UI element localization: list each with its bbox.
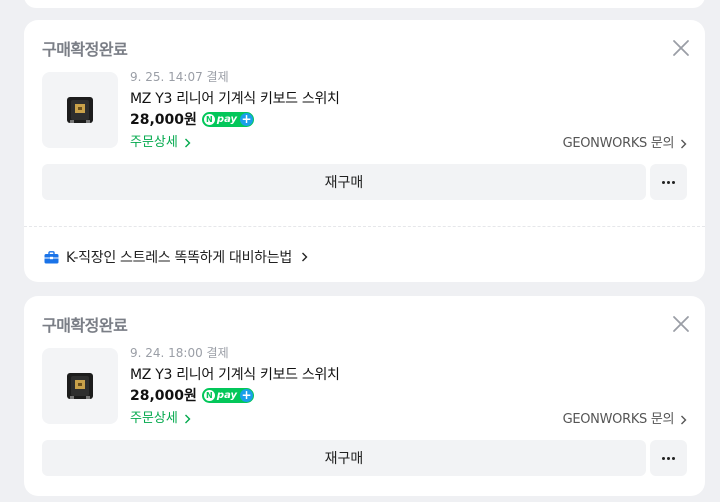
chevron-right-icon [184,138,191,147]
promo-label: K-직장인 스트레스 똑똑하게 대비하는법 [66,250,292,266]
npay-logo: Npay + [201,111,255,127]
order-card: 구매확정완료 9. 24. 18:00 결제 MZ Y3 리니어 기계식 키보드… [24,296,705,496]
order-detail-label: 주문상세 [130,411,178,426]
chevron-right-icon [301,252,308,262]
divider [24,226,705,227]
rebuy-button[interactable]: 재구매 [42,164,646,200]
more-dots-icon[interactable] [650,440,687,476]
close-icon[interactable] [671,38,691,58]
chevron-right-icon [681,139,687,148]
order-detail-link[interactable]: 주문상세 [130,131,191,150]
more-dots-icon[interactable] [650,164,687,200]
seller-inquiry-link[interactable]: GEONWORKS 문의 [563,132,687,151]
rebuy-button[interactable]: 재구매 [42,440,646,476]
price-row: 28,000원 Npay + [130,109,255,129]
order-detail-label: 주문상세 [130,135,178,150]
product-thumbnail[interactable] [42,348,118,424]
product-price: 28,000원 [130,112,197,128]
promo-link[interactable]: K-직장인 스트레스 똑똑하게 대비하는법 [44,247,308,267]
order-status: 구매확정완료 [42,40,128,59]
close-icon[interactable] [671,314,691,334]
order-datetime: 9. 25. 14:07 결제 [130,70,229,84]
order-status: 구매확정완료 [42,316,128,335]
chevron-right-icon [681,415,687,424]
seller-inquiry-link[interactable]: GEONWORKS 문의 [563,408,687,427]
npay-logo: Npay + [201,387,255,403]
product-name[interactable]: MZ Y3 리니어 기계식 키보드 스위치 [130,88,340,108]
npay-text: pay [216,389,238,401]
product-name[interactable]: MZ Y3 리니어 기계식 키보드 스위치 [130,364,340,384]
chevron-right-icon [184,414,191,423]
order-detail-link[interactable]: 주문상세 [130,407,191,426]
previous-card-edge [24,0,705,8]
order-datetime: 9. 24. 18:00 결제 [130,346,229,360]
seller-inquiry-label: GEONWORKS 문의 [562,136,675,151]
price-row: 28,000원 Npay + [130,385,255,405]
briefcase-icon [44,250,59,263]
seller-inquiry-label: GEONWORKS 문의 [562,412,675,427]
product-price: 28,000원 [130,388,197,404]
npay-text: pay [216,113,238,125]
product-thumbnail[interactable] [42,72,118,148]
order-card: 구매확정완료 9. 25. 14:07 결제 MZ Y3 리니어 기계식 키보드… [24,20,705,282]
